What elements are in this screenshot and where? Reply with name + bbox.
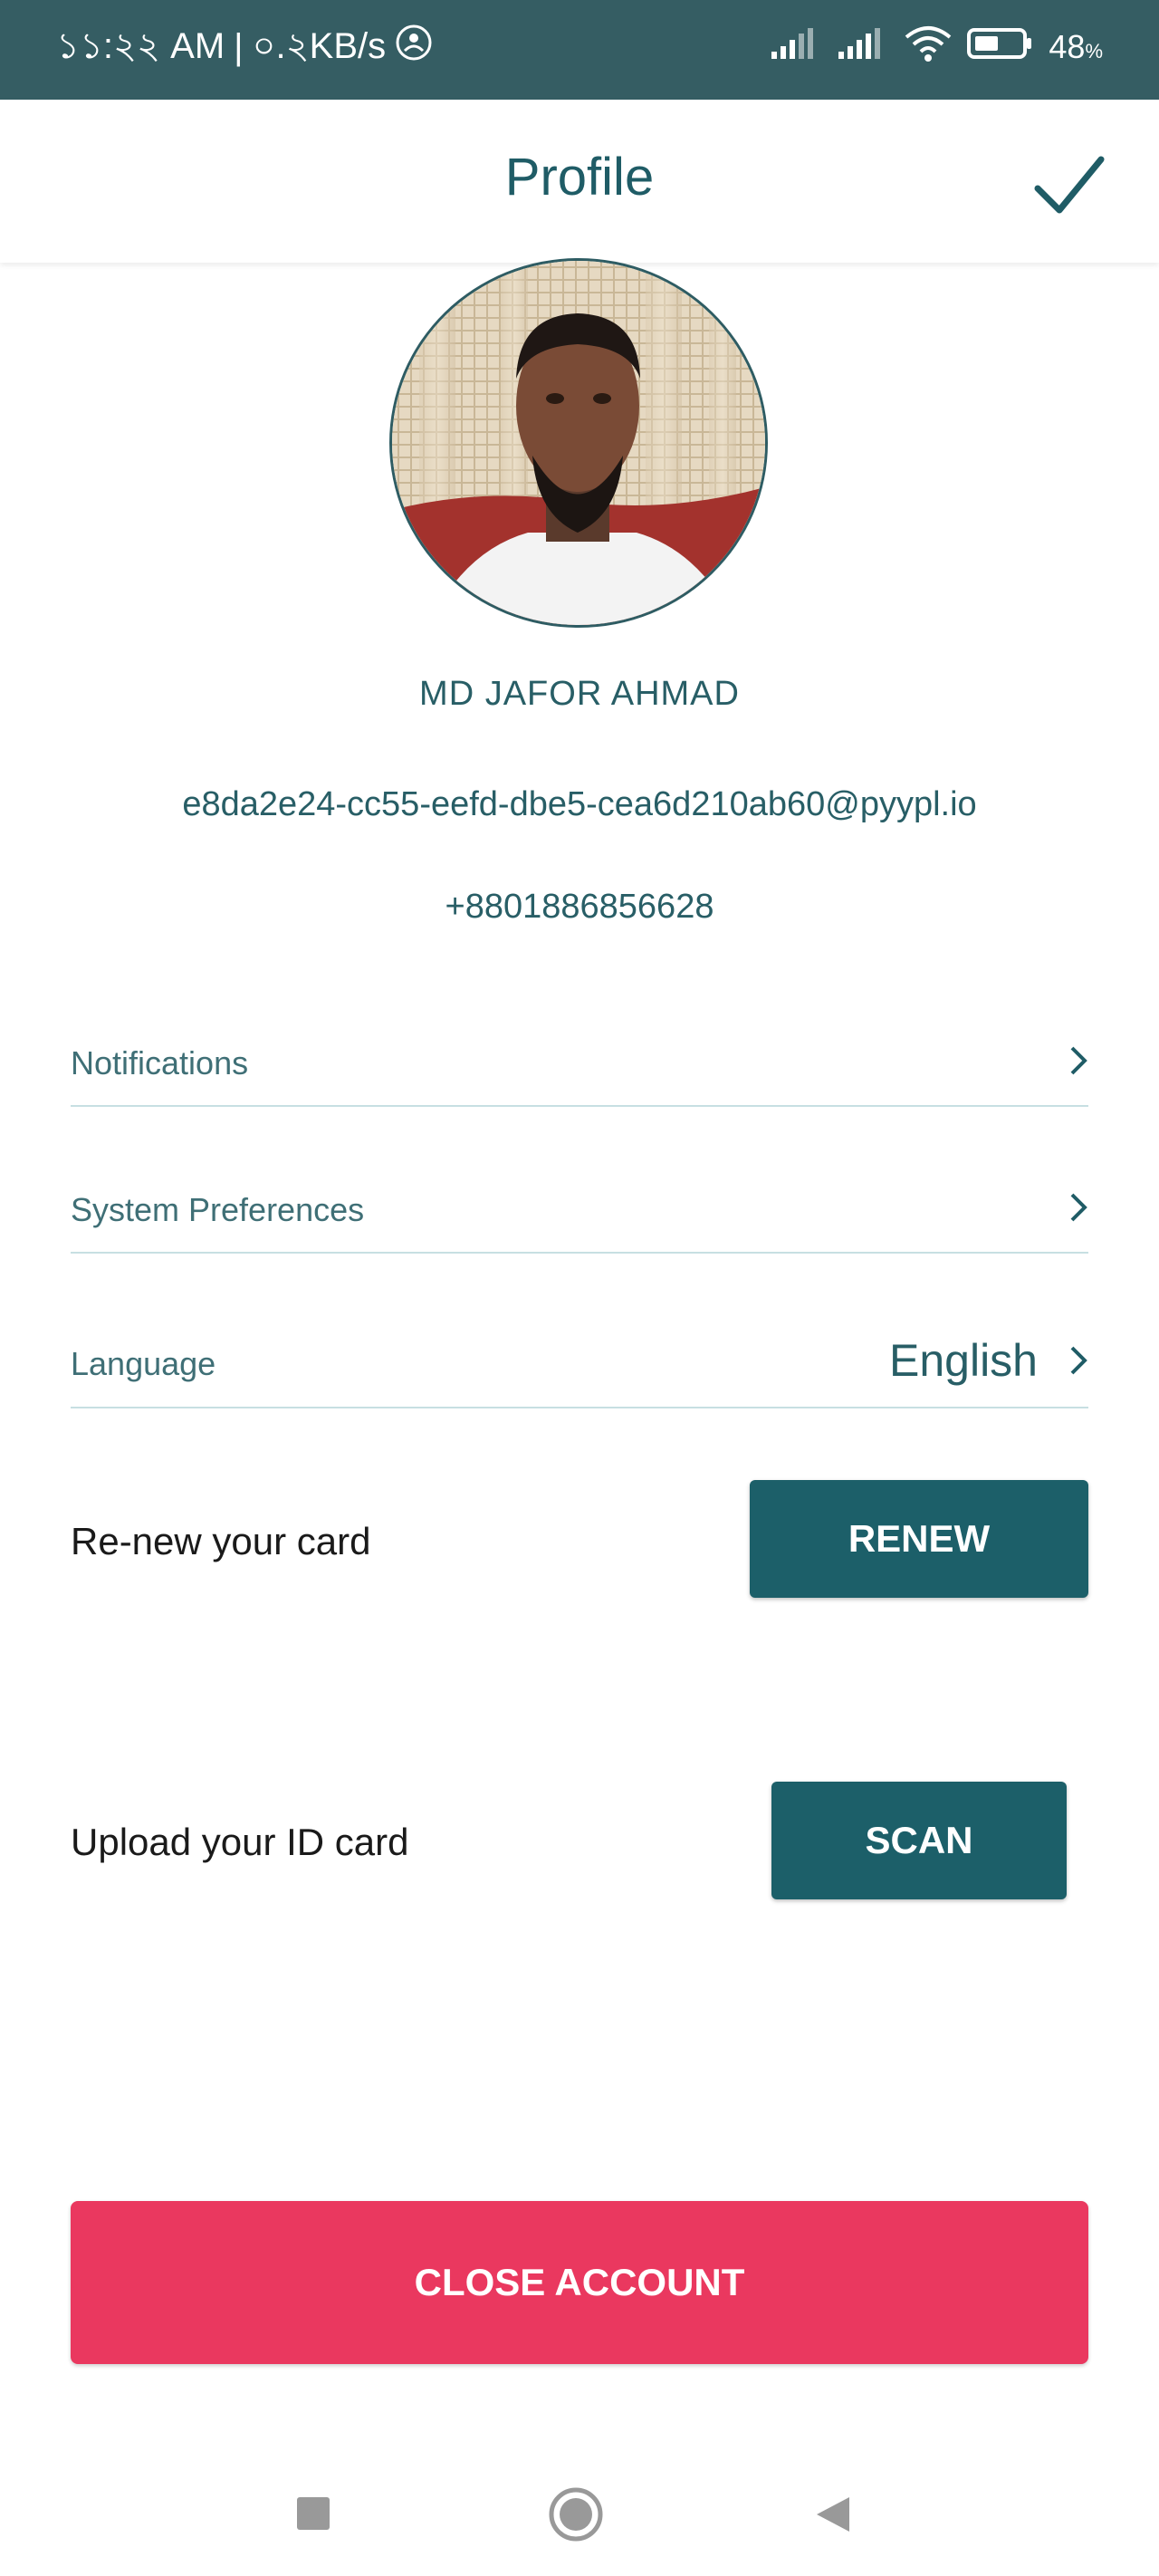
home-button[interactable]: [548, 2486, 604, 2547]
wifi-icon: [904, 24, 953, 71]
chevron-right-icon: [1070, 1346, 1087, 1375]
app-bar: Profile: [0, 100, 1159, 263]
chevron-right-icon: [1070, 1046, 1087, 1075]
renew-button[interactable]: RENEW: [750, 1480, 1088, 1598]
renew-card-label: Re-new your card: [71, 1520, 371, 1562]
checkmark-icon: [1034, 156, 1105, 214]
profile-avatar[interactable]: [389, 258, 768, 628]
system-preferences-label: System Preferences: [71, 1191, 365, 1228]
upload-id-label: Upload your ID card: [71, 1821, 409, 1863]
battery-percent: 48%: [1049, 28, 1103, 65]
save-check-button[interactable]: [1029, 145, 1110, 226]
profile-email: e8da2e24-cc55-eefd-dbe5-cea6d210ab60@pyy…: [182, 785, 977, 823]
notifications-row[interactable]: Notifications: [71, 1028, 1088, 1107]
status-right: 48%: [770, 20, 1103, 74]
system-nav-bar: [0, 2446, 1159, 2576]
avatar-photo: [392, 261, 765, 625]
system-preferences-row[interactable]: System Preferences: [71, 1175, 1088, 1254]
language-right: English: [889, 1334, 1088, 1387]
language-value: English: [889, 1335, 1038, 1386]
chevron-right-icon: [1070, 1193, 1087, 1222]
hotspot-icon: [395, 24, 433, 71]
signal-icon-2: [837, 26, 889, 69]
profile-phone: +8801886856628: [445, 888, 714, 926]
status-bar: ১১:২২ AM | ০.২KB/s 48%: [0, 0, 1159, 100]
page-title: Profile: [504, 148, 655, 207]
status-time: ১১:২২ AM: [56, 25, 225, 66]
triangle-back-icon: [817, 2497, 849, 2532]
close-account-button[interactable]: CLOSE ACCOUNT: [71, 2201, 1088, 2364]
back-button[interactable]: [813, 2495, 851, 2538]
square-icon: [297, 2497, 330, 2530]
profile-name: MD JAFOR AHMAD: [419, 675, 740, 713]
recents-button[interactable]: [295, 2495, 331, 2536]
status-speed: ০.২KB/s: [252, 25, 387, 66]
scan-button[interactable]: SCAN: [771, 1782, 1067, 1899]
circle-home-icon: [549, 2487, 603, 2542]
status-left: ১১:২২ AM | ০.২KB/s: [56, 20, 433, 74]
notifications-label: Notifications: [71, 1044, 249, 1081]
language-label: Language: [71, 1345, 216, 1382]
signal-icon: [770, 26, 822, 69]
system-preferences-right: [1068, 1191, 1088, 1224]
battery-icon: [967, 26, 1034, 69]
status-separator: |: [234, 26, 244, 67]
notifications-right: [1068, 1044, 1088, 1077]
language-row[interactable]: Language English: [71, 1327, 1088, 1408]
